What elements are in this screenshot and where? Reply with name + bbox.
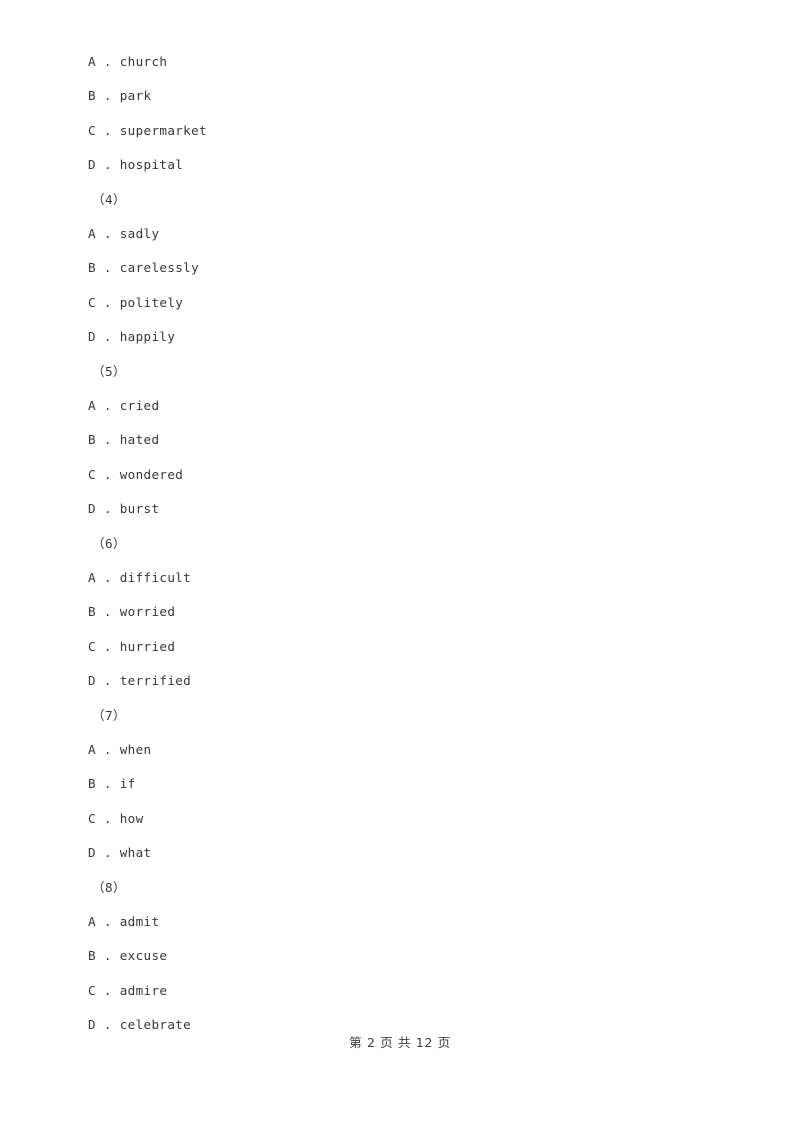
- answer-option: B . park: [88, 88, 152, 104]
- answer-option: C . hurried: [88, 638, 176, 654]
- answer-option: C . admire: [88, 982, 168, 998]
- page-footer: 第 2 页 共 12 页: [349, 1035, 451, 1050]
- answer-option: B . hated: [88, 432, 160, 448]
- answer-option: C . supermarket: [88, 122, 207, 138]
- answer-option: C . politely: [88, 294, 184, 310]
- question-number: （6）: [92, 535, 126, 551]
- answer-option: C . how: [88, 810, 144, 826]
- answer-option: C . wondered: [88, 466, 184, 482]
- answer-option: B . carelessly: [88, 260, 200, 276]
- document-page: A . church B . park C . supermarket D . hos…: [0, 0, 800, 1132]
- answer-option: B . if: [88, 776, 136, 792]
- answer-option: A . cried: [88, 398, 160, 413]
- answer-option: A . admit: [88, 914, 160, 929]
- answer-option: D . what: [88, 845, 152, 861]
- question-number: （8）: [92, 879, 126, 895]
- question-number: （5）: [92, 363, 126, 379]
- answer-option: B . excuse: [88, 948, 168, 964]
- answer-option: D . terrified: [88, 673, 192, 689]
- answer-option: D . happily: [88, 329, 176, 345]
- answer-option: D . burst: [88, 501, 160, 517]
- answer-option: D . hospital: [88, 157, 184, 173]
- answer-option: B . worried: [88, 604, 176, 620]
- answer-option: A . sadly: [88, 226, 160, 241]
- question-number: （7）: [92, 707, 126, 723]
- answer-option: A . difficult: [88, 570, 192, 585]
- answer-option: A . when: [88, 742, 152, 757]
- question-number: （4）: [92, 191, 126, 207]
- answer-option: A . church: [88, 54, 168, 69]
